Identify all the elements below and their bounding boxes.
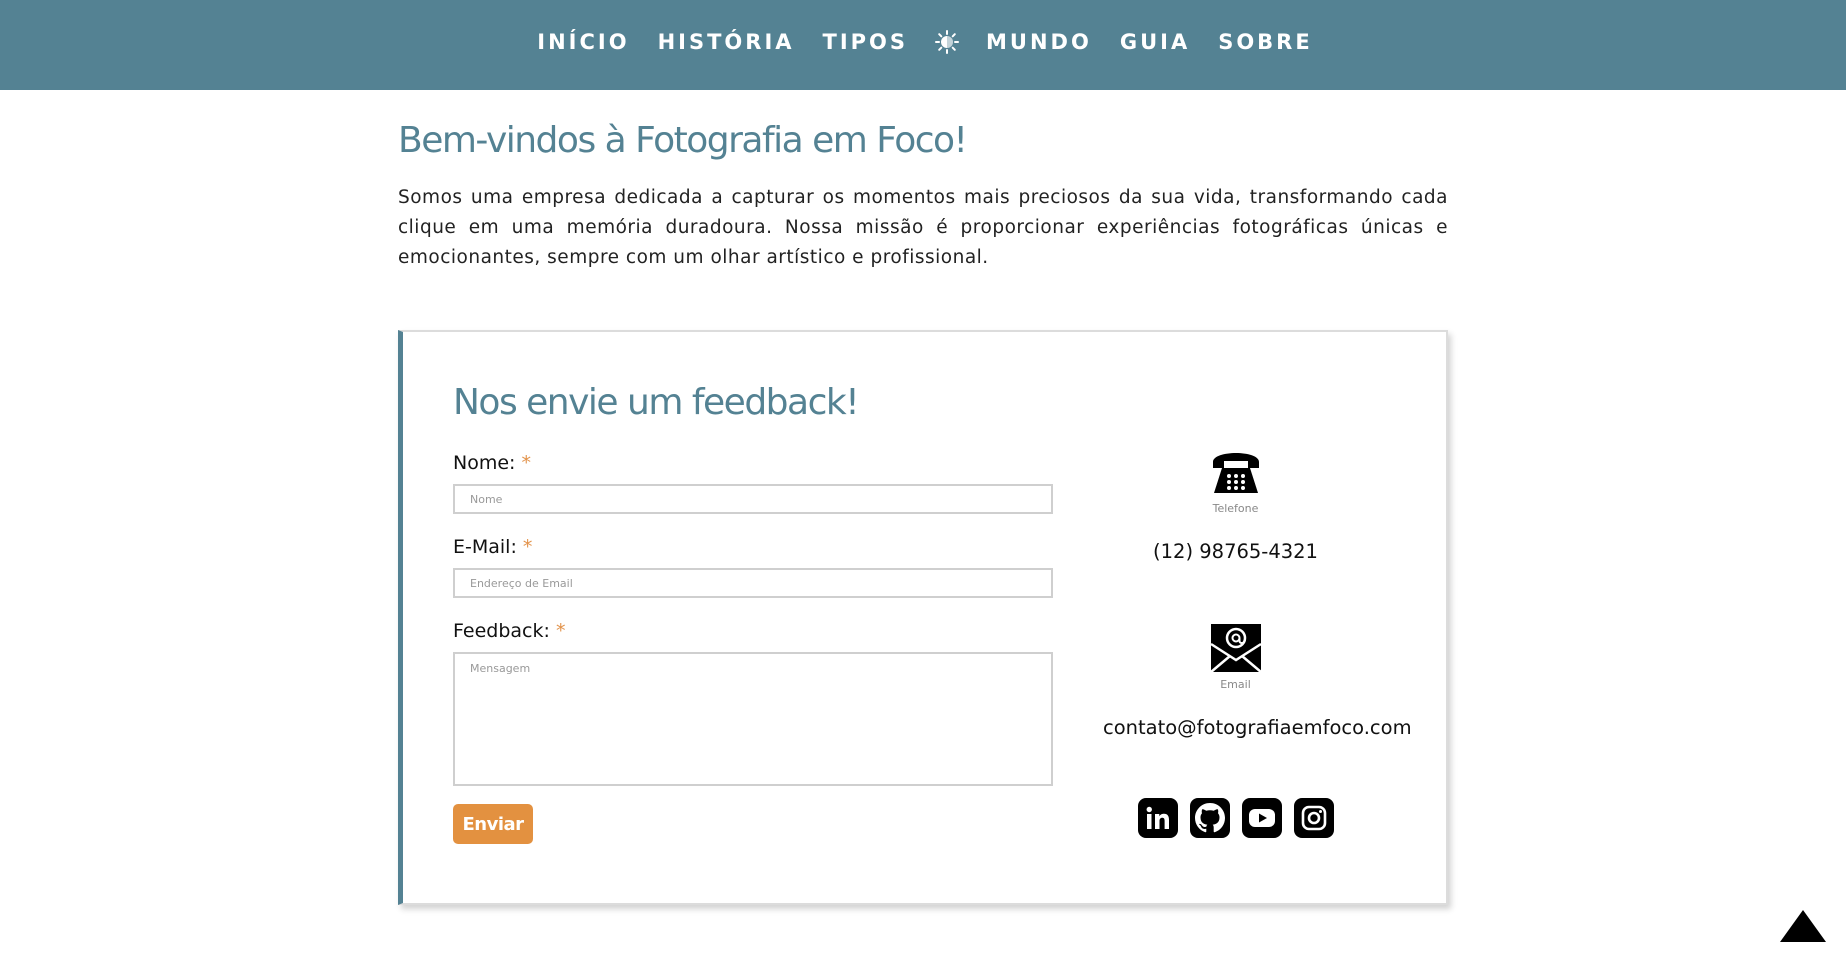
email-label: E-Mail: * <box>453 536 532 558</box>
github-icon <box>1194 803 1225 833</box>
triangle-up-icon <box>1780 910 1826 942</box>
youtube-link[interactable] <box>1241 798 1282 838</box>
email-label-text: E-Mail: <box>453 536 517 558</box>
main-nav: INÍCIO HISTÓRIA TIPOS MUNDO GUIA SOBRE <box>523 29 1326 55</box>
feedback-card: Nos envie um feedback! Nome: * E-Mail: *… <box>398 330 1448 905</box>
feedback-title: Nos envie um feedback! <box>453 382 860 423</box>
required-mark: * <box>521 452 531 474</box>
theme-toggle-button[interactable] <box>922 29 972 55</box>
social-links <box>1103 798 1368 838</box>
phone-caption: Telefone <box>1212 502 1259 515</box>
email-address: contato@fotografiaemfoco.com <box>1103 716 1412 739</box>
instagram-link[interactable] <box>1293 798 1334 838</box>
name-label-text: Nome: <box>453 452 516 474</box>
nav-item-mundo[interactable]: MUNDO <box>972 30 1106 54</box>
telephone-icon <box>1212 453 1259 493</box>
nav-item-sobre[interactable]: SOBRE <box>1204 30 1327 54</box>
email-icon <box>1209 624 1262 673</box>
instagram-icon <box>1301 805 1326 831</box>
sun-icon <box>935 29 960 54</box>
phone-icon-wrap <box>1103 446 1368 498</box>
page-title: Bem-vindos à Fotografia em Foco! <box>398 120 968 161</box>
required-mark: * <box>522 536 533 558</box>
phone-number: (12) 98765-4321 <box>1153 540 1318 563</box>
email-caption: Email <box>1220 678 1251 691</box>
email-input[interactable] <box>453 568 1053 598</box>
feedback-textarea[interactable] <box>453 652 1053 786</box>
top-navbar: INÍCIO HISTÓRIA TIPOS MUNDO GUIA SOBRE <box>0 0 1846 90</box>
linkedin-link[interactable] <box>1137 798 1178 838</box>
feedback-label-text: Feedback: <box>453 620 550 642</box>
intro-text: Somos uma empresa dedicada a capturar os… <box>398 187 1448 268</box>
github-link[interactable] <box>1189 798 1230 838</box>
submit-button[interactable]: Enviar <box>453 804 533 844</box>
nav-item-guia[interactable]: GUIA <box>1106 30 1204 54</box>
email-icon-wrap <box>1103 622 1368 674</box>
back-to-top-button[interactable] <box>1778 908 1828 944</box>
name-input[interactable] <box>453 484 1053 514</box>
nav-item-inicio[interactable]: INÍCIO <box>523 30 643 54</box>
intro-section: Bem-vindos à Fotografia em Foco! Somos u… <box>398 120 1448 273</box>
required-mark: * <box>555 620 566 642</box>
nav-item-tipos[interactable]: TIPOS <box>809 30 923 54</box>
linkedin-icon <box>1146 806 1169 829</box>
nav-item-historia[interactable]: HISTÓRIA <box>644 30 809 54</box>
youtube-icon <box>1248 809 1275 827</box>
feedback-label: Feedback: * <box>453 620 565 642</box>
name-label: Nome: * <box>453 452 531 474</box>
